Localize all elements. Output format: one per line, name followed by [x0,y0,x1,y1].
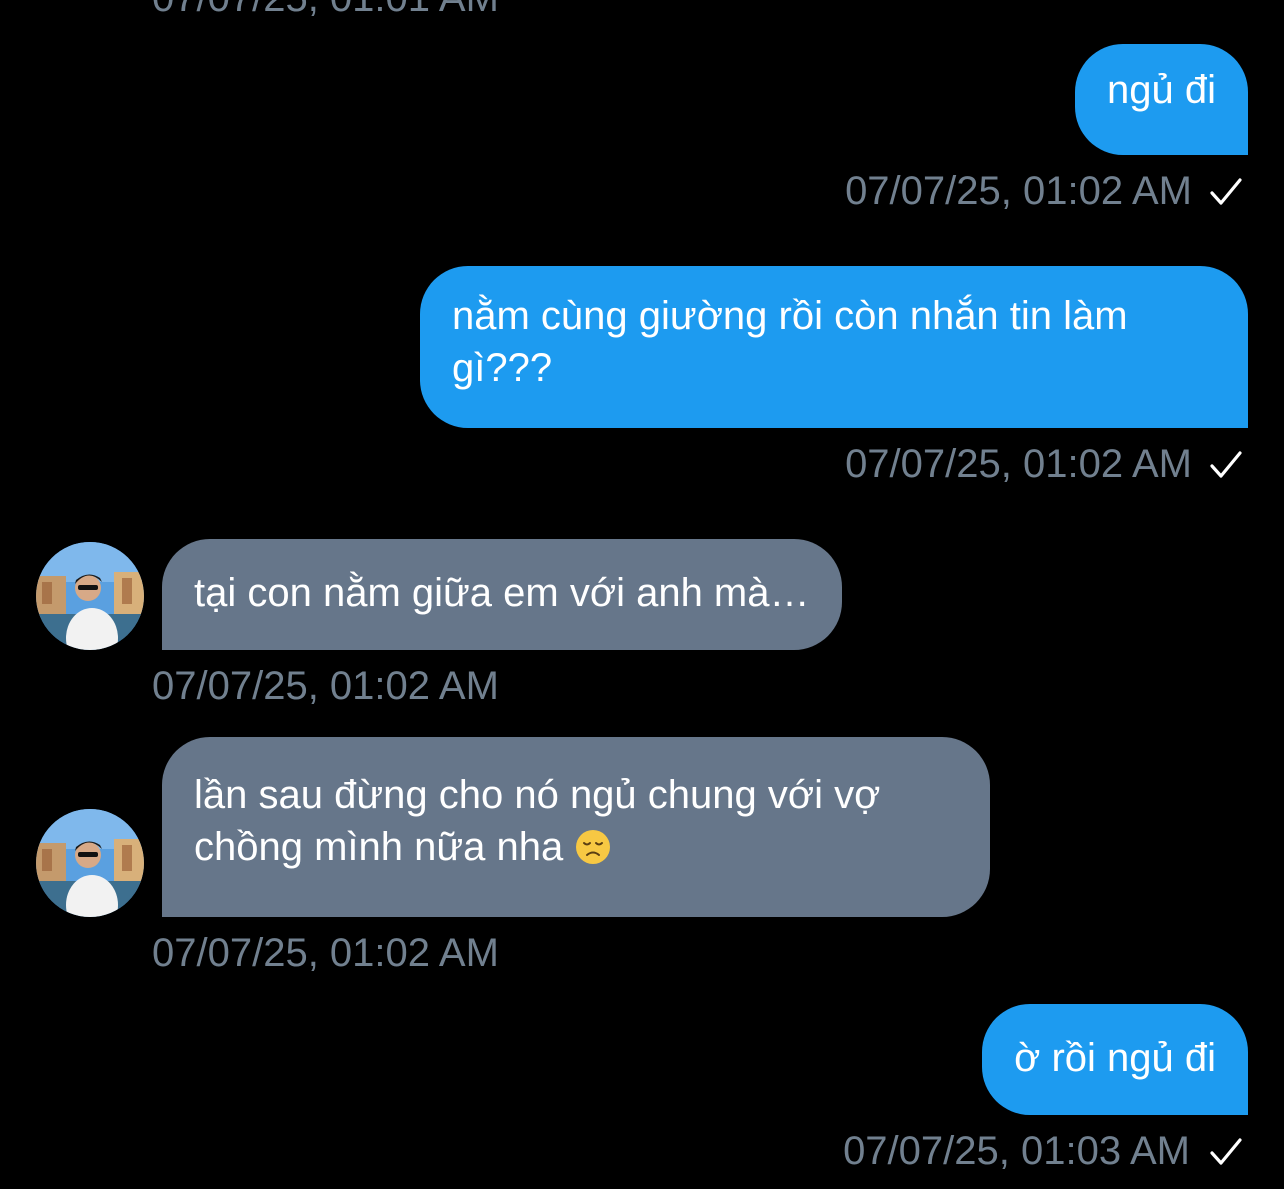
incoming-message-bubble[interactable]: tại con nằm giữa em với anh mà… [162,539,842,650]
message-timestamp: 07/07/25, 01:02 AM [152,664,499,708]
message-timestamp: 07/07/25, 01:02 AM [152,931,499,975]
message-text: nằm cùng giường rồi còn nhắn tin làm gì?… [452,294,1128,390]
outgoing-message-bubble[interactable]: nằm cùng giường rồi còn nhắn tin làm gì?… [420,266,1248,428]
check-icon [1210,1138,1242,1165]
message-text: lần sau đừng cho nó ngủ chung với vợ chồ… [194,773,881,869]
message-timestamp-cutoff: 07/07/25, 01:01 AM [152,0,499,22]
outgoing-message-bubble[interactable]: ờ rồi ngủ đi [982,1004,1248,1115]
message-timestamp: 07/07/25, 01:02 AM [845,442,1192,486]
outgoing-message-bubble[interactable]: ngủ đi [1075,44,1248,155]
check-icon [1210,451,1242,478]
disappointed-face-emoji [576,830,611,864]
message-timestamp: 07/07/25, 01:03 AM [843,1129,1190,1173]
check-icon [1210,178,1242,205]
message-timestamp: 07/07/25, 01:02 AM [845,169,1192,213]
avatar[interactable] [36,542,144,650]
message-text: ngủ đi [1107,68,1216,112]
message-text: ờ rồi ngủ đi [1014,1036,1216,1080]
avatar[interactable] [36,809,144,917]
incoming-message-bubble[interactable]: lần sau đừng cho nó ngủ chung với vợ chồ… [162,737,990,917]
message-text: tại con nằm giữa em với anh mà… [194,571,810,615]
